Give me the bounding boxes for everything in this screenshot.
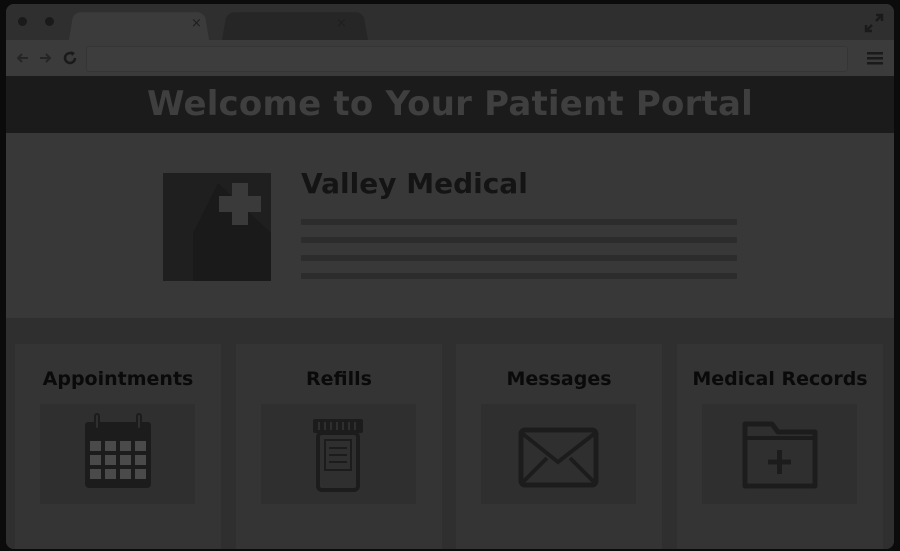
browser-toolbar [6, 40, 894, 76]
browser-tab-inactive[interactable]: × [222, 10, 368, 40]
back-arrow-icon[interactable] [14, 49, 32, 67]
card-title: Appointments [42, 368, 194, 390]
tab-bar: × × [6, 4, 894, 40]
browser-window: × × Welcome to Your Patient Portal Valle… [6, 4, 894, 549]
hamburger-menu-icon[interactable] [866, 49, 884, 67]
medical-cross-logo-icon [163, 173, 271, 281]
clinic-name: Valley Medical [301, 167, 528, 200]
medical-records-card[interactable]: Medical Records [677, 344, 883, 549]
forward-arrow-icon[interactable] [36, 49, 54, 67]
calendar-icon [40, 404, 195, 504]
services-section: Appointments Refills Messages Medical Re… [6, 318, 894, 549]
appointments-card[interactable]: Appointments [15, 344, 221, 549]
envelope-icon [481, 404, 636, 504]
pill-bottle-icon [261, 404, 416, 504]
refills-card[interactable]: Refills [236, 344, 442, 549]
description-placeholder-line [301, 219, 737, 225]
folder-add-icon [702, 404, 857, 504]
fullscreen-icon[interactable] [864, 13, 884, 33]
tab-close-icon[interactable]: × [191, 17, 202, 31]
address-bar[interactable] [86, 46, 848, 72]
tab-close-icon[interactable]: × [336, 17, 347, 31]
window-close-dot[interactable] [18, 17, 27, 26]
reload-icon[interactable] [61, 49, 79, 67]
card-title: Refills [306, 368, 372, 390]
description-placeholder-line [301, 273, 737, 279]
page-title: Welcome to Your Patient Portal [146, 84, 754, 124]
window-minimize-dot[interactable] [45, 17, 54, 26]
description-placeholder-line [301, 255, 737, 261]
messages-card[interactable]: Messages [456, 344, 662, 549]
welcome-banner: Welcome to Your Patient Portal [6, 76, 894, 133]
card-title: Medical Records [692, 368, 868, 390]
browser-tab-active[interactable]: × [69, 10, 209, 40]
clinic-header: Valley Medical [6, 133, 894, 318]
card-title: Messages [506, 368, 612, 390]
description-placeholder-line [301, 237, 737, 243]
